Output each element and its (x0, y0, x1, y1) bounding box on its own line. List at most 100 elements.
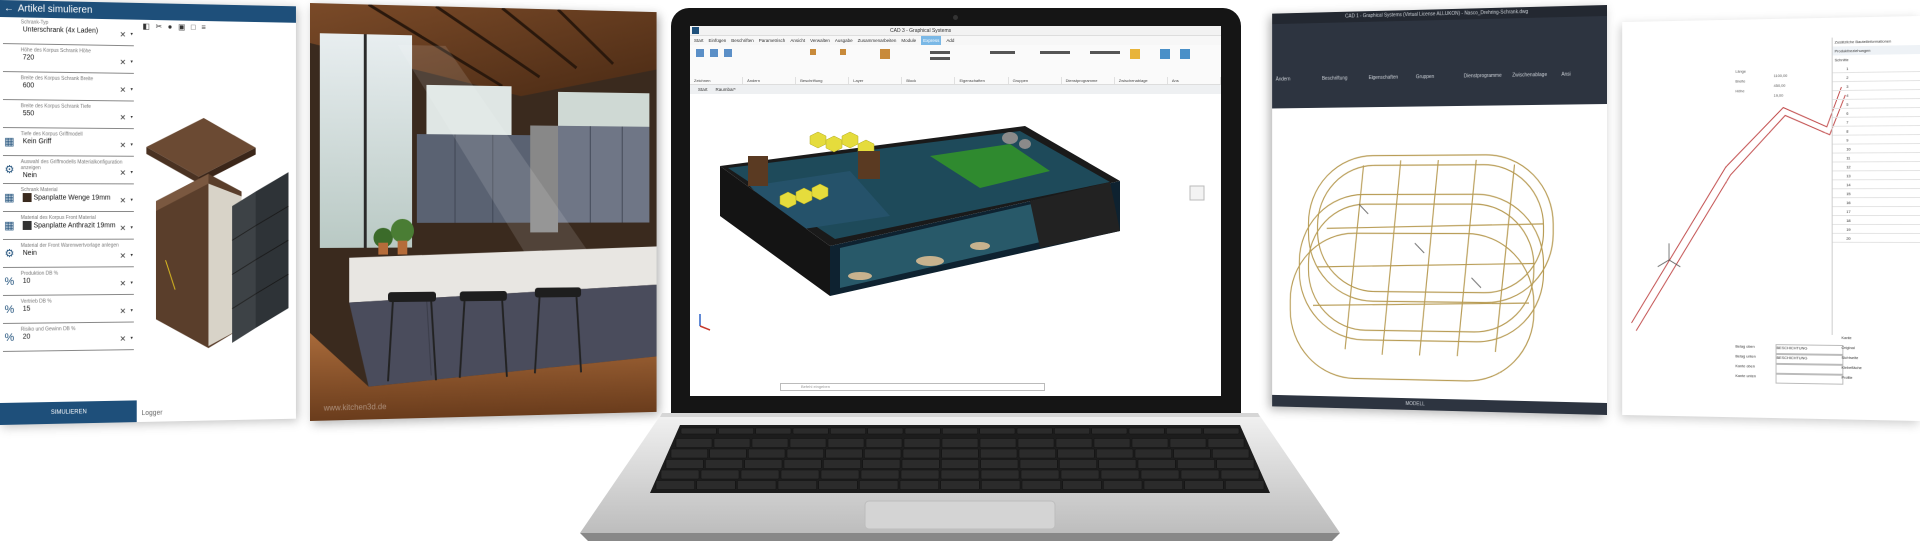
field-value[interactable]: Unterschrank (4x Laden) (3, 25, 134, 36)
field-value[interactable]: Nein (3, 249, 134, 258)
chevron-down-icon[interactable]: ▾ (130, 142, 132, 148)
config-field[interactable]: Breite des Korpus Schrank Tiefe 550 ✕ ▾ (2, 103, 134, 130)
clear-icon[interactable]: ✕ (120, 30, 126, 39)
parts-row[interactable]: 18 (1832, 216, 1920, 225)
keyboard-key (1103, 480, 1143, 490)
parts-row[interactable]: 13 (1832, 171, 1920, 181)
ribbon-tab[interactable]: Add (946, 36, 954, 45)
clear-icon[interactable]: ✕ (120, 196, 126, 205)
keyboard-key (1134, 448, 1172, 459)
config-field[interactable]: % Produktion DB % 10 ✕ ▾ (2, 270, 134, 296)
field-value[interactable]: 550 (3, 109, 134, 119)
ribbon-tab[interactable]: Verwalten (810, 36, 830, 45)
clear-icon[interactable]: ✕ (120, 141, 126, 150)
material-field-label: Kante unten (1735, 373, 1756, 379)
ribbon-tab[interactable]: Beschriften (731, 36, 754, 45)
clear-icon[interactable]: ✕ (120, 307, 126, 316)
paint-icon[interactable]: ◧ (143, 22, 150, 32)
edge-field-label: Sichtseite (1841, 354, 1859, 361)
keyboard-illustration (580, 413, 1340, 541)
clear-icon[interactable]: ✕ (120, 334, 126, 343)
chevron-down-icon[interactable]: ▾ (130, 252, 132, 258)
ribbon-tab[interactable]: Ausgabe (835, 36, 853, 45)
chevron-down-icon[interactable]: ▾ (130, 31, 132, 37)
config-field[interactable]: Breite des Korpus Schrank Breite 600 ✕ ▾ (2, 75, 134, 102)
parts-row-number: 2 (1846, 75, 1849, 81)
chevron-down-icon[interactable]: ▾ (130, 87, 132, 93)
logger-label: Logger (141, 409, 163, 418)
field-value[interactable]: 15 (3, 304, 134, 314)
parts-row[interactable]: 17 (1832, 207, 1920, 217)
clear-icon[interactable]: ✕ (120, 169, 126, 178)
config-field[interactable]: ▦ Tiefe des Korpus Griffmodell Kein Griff ✕… (2, 131, 134, 157)
field-value[interactable]: Kein Griff (3, 137, 134, 147)
menu-icon[interactable]: ≡ (201, 23, 205, 33)
parts-row[interactable]: 11 (1832, 153, 1920, 163)
command-line-input[interactable]: Befehl eingeben (780, 383, 1045, 391)
config-field[interactable]: ⚙ Auswahl des Griffmodells Materialkonfig… (2, 159, 134, 185)
config-field[interactable]: ⚙ Material der Front Warenwertvorlage anl… (2, 242, 134, 268)
chevron-down-icon[interactable]: ▾ (130, 225, 132, 231)
sphere-icon[interactable]: ● (168, 22, 173, 32)
ribbon-tab[interactable]: Ansicht (790, 36, 805, 45)
parts-row[interactable]: 16 (1832, 198, 1920, 208)
ribbon-tab[interactable]: Module (901, 36, 916, 45)
chevron-down-icon[interactable]: ▾ (130, 197, 132, 203)
floor-plan-3d-viewport[interactable] (690, 96, 1221, 396)
laptop-mockup: CAD 3 - Graphical Systems Start Einfügen B… (580, 8, 1340, 543)
ribbon-tab[interactable]: Express (921, 36, 942, 45)
field-value[interactable]: Nein (3, 171, 134, 180)
config-field[interactable]: % Risiko und Gewinn DB % 20 ✕ ▾ (2, 325, 134, 352)
chevron-down-icon[interactable]: ▾ (130, 280, 132, 286)
parts-row-number: 4 (1846, 92, 1849, 98)
keyboard-key (825, 448, 863, 459)
chevron-down-icon[interactable]: ▾ (130, 170, 132, 176)
config-field[interactable]: Höhe des Korpus Schrank Höhe 720 ✕ ▾ (2, 47, 134, 74)
simulate-button[interactable]: SIMULIEREN (0, 400, 137, 425)
field-value[interactable]: 20 (3, 331, 134, 342)
scissors-icon[interactable]: ✂ (156, 22, 162, 32)
keyboard-key (709, 448, 747, 459)
chevron-down-icon[interactable]: ▾ (130, 59, 132, 65)
config-field[interactable]: ▦ Schrank Material Spanplatte Wenge 19mm ✕ ▾ (2, 187, 134, 213)
clear-icon[interactable]: ✕ (120, 58, 126, 67)
parts-row[interactable]: 20 (1832, 233, 1920, 243)
ribbon-tab[interactable]: Zusammenarbeiten (858, 36, 897, 45)
clear-icon[interactable]: ✕ (120, 251, 126, 260)
config-form: Schrank-Typ Unterschrank (4x Laden) ✕ ▾ Höhe… (0, 17, 137, 403)
frame-icon[interactable]: □ (191, 23, 196, 33)
ribbon-tab[interactable]: Start (694, 36, 704, 45)
keyboard-key (705, 459, 743, 469)
field-value[interactable]: 10 (3, 276, 134, 286)
clear-icon[interactable]: ✕ (120, 86, 126, 95)
parts-row-number: 15 (1846, 191, 1851, 197)
parts-row[interactable]: 19 (1832, 224, 1920, 234)
clear-icon[interactable]: ✕ (120, 113, 126, 122)
parts-row[interactable]: 12 (1832, 162, 1920, 172)
laptop-screen: CAD 3 - Graphical Systems Start Einfügen B… (690, 26, 1221, 396)
field-value[interactable]: Spanplatte Anthrazit 19mm (3, 220, 134, 230)
back-arrow-icon[interactable]: ← (4, 3, 14, 14)
ribbon-tab[interactable]: Einfügen (709, 36, 727, 45)
chevron-down-icon[interactable]: ▾ (130, 335, 132, 341)
3d-cabinet-viewer[interactable]: ◧ ✂ ● ▣ □ ≡ (136, 19, 296, 401)
ribbon-tab[interactable]: Parametrisch (759, 36, 786, 45)
clear-icon[interactable]: ✕ (120, 224, 126, 233)
field-value[interactable]: 720 (3, 53, 134, 64)
field-value[interactable]: Spanplatte Wenge 19mm (3, 193, 134, 203)
parts-row[interactable]: 14 (1832, 180, 1920, 190)
chevron-down-icon[interactable]: ▾ (130, 114, 132, 120)
parts-row[interactable]: 15 (1832, 189, 1920, 199)
cube-icon[interactable]: ▣ (178, 22, 185, 32)
config-field[interactable]: % Vertrieb DB % 15 ✕ ▾ (2, 297, 134, 324)
field-value[interactable]: 600 (3, 81, 134, 92)
clear-icon[interactable]: ✕ (120, 279, 126, 288)
config-field[interactable]: ▦ Material des Korpus Front Material Spanp… (2, 214, 134, 240)
config-field[interactable]: Schrank-Typ Unterschrank (4x Laden) ✕ ▾ (2, 19, 134, 47)
document-tab[interactable]: Start (698, 85, 708, 94)
cabinet-model (146, 117, 296, 349)
chevron-down-icon[interactable]: ▾ (130, 308, 132, 314)
keyboard-key (860, 469, 900, 480)
document-tab[interactable]: Raumbar* (716, 85, 736, 94)
material-field-value[interactable] (1775, 373, 1844, 385)
